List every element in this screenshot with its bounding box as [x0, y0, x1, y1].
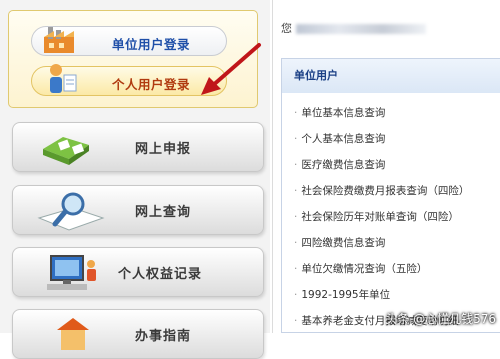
guide-label: 办事指南 [134, 329, 191, 344]
left-sidebar: 单位用户登录 个人用户登录 网上申报 网上查询 个人权益记录 办事指南 [0, 0, 270, 359]
welcome-text: 您 [281, 22, 292, 35]
panel-title: 单位用户 [282, 59, 500, 93]
menu-item-medical-payment[interactable]: · 医疗缴费信息查询 [294, 157, 385, 172]
menu-item-1992-1995[interactable]: · 1992-1995年单位 [294, 287, 390, 302]
welcome-bar: 您 [281, 20, 426, 36]
unit-user-panel: 单位用户 · 单位基本信息查询 · 个人基本信息查询 · 医疗缴费信息查询 · 社会保险… [281, 58, 500, 333]
menu-item-annual-statement[interactable]: · 社会保险历年对账单查询（四险） [294, 209, 459, 224]
content-area: 您 单位用户 · 单位基本信息查询 · 个人基本信息查询 · 医疗缴费信息查询 · 社会… [272, 0, 500, 333]
person-icon [50, 64, 77, 93]
menu-item-personal-info[interactable]: · 个人基本信息查询 [294, 131, 385, 146]
computer-icon [47, 255, 96, 290]
online-report-label: 网上申报 [134, 142, 191, 157]
menu-item-monthly-report[interactable]: · 社会保险费缴费月报表查询（四险） [294, 183, 469, 198]
blurred-username [296, 24, 426, 34]
watermark-text: 头条 @心懂几钱576 [385, 312, 496, 326]
red-arrow-icon [201, 43, 261, 95]
online-query-label: 网上查询 [134, 205, 191, 220]
house-icon [57, 318, 89, 350]
menu-item-unit-info[interactable]: · 单位基本信息查询 [294, 105, 385, 120]
unit-login-label: 单位用户登录 [112, 37, 191, 52]
online-report-icon [43, 137, 89, 165]
rights-record-button[interactable]: 个人权益记录 [12, 247, 264, 297]
menu-item-four-insurance[interactable]: · 四险缴费信息查询 [294, 235, 385, 250]
personal-login-label: 个人用户登录 [112, 77, 191, 92]
factory-icon [44, 27, 74, 53]
login-panel: 单位用户登录 个人用户登录 [8, 10, 261, 108]
menu-item-arrears[interactable]: · 单位欠缴情况查询（五险） [294, 261, 427, 276]
online-query-button[interactable]: 网上查询 [12, 185, 264, 235]
magnifier-icon [37, 192, 105, 231]
online-report-button[interactable]: 网上申报 [12, 122, 264, 172]
rights-record-label: 个人权益记录 [118, 267, 203, 282]
guide-button[interactable]: 办事指南 [12, 309, 264, 359]
